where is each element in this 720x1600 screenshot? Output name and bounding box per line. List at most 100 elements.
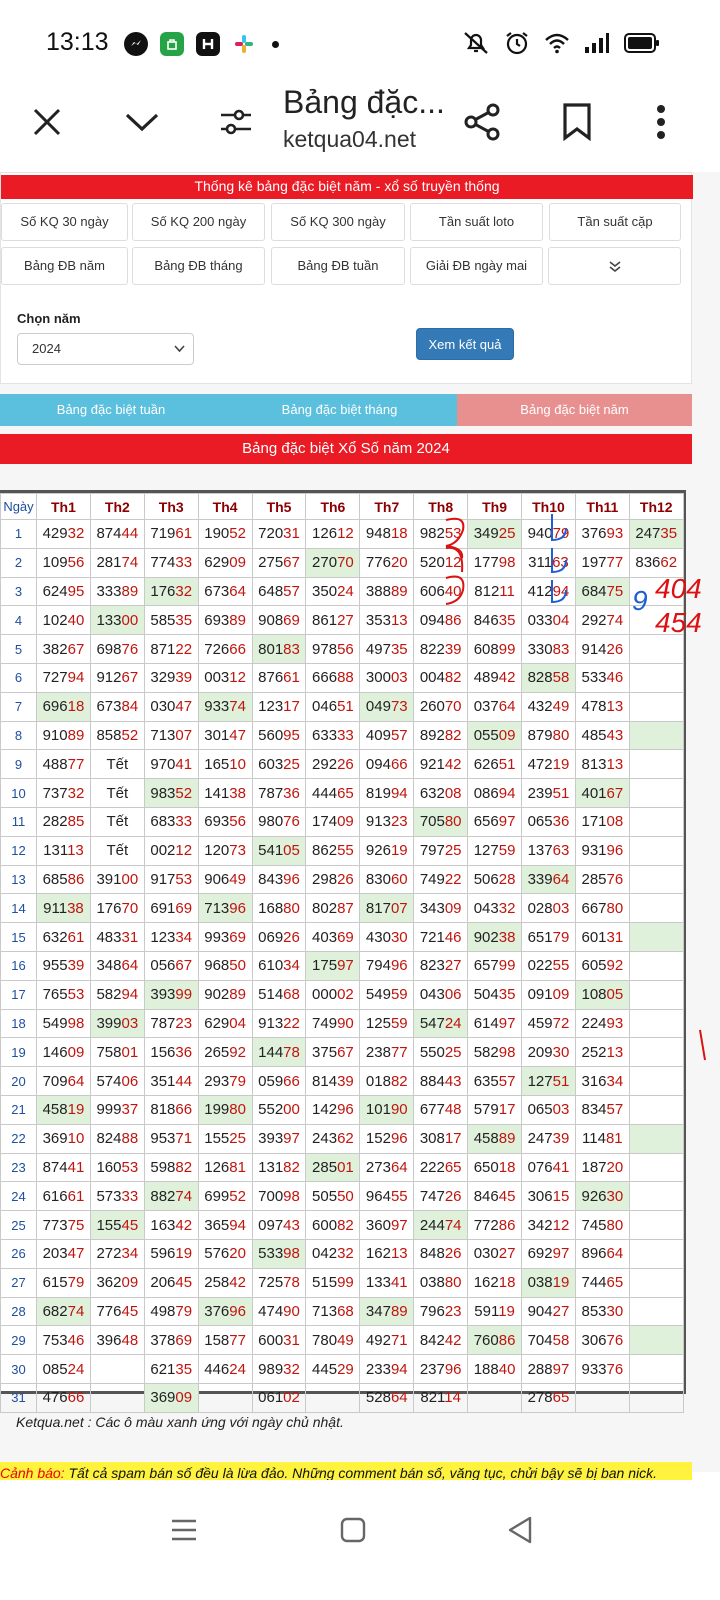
result-cell: 87444 [89, 519, 145, 549]
result-cell: 28501 [305, 1152, 361, 1183]
nav-button-3[interactable]: Số KQ 300 ngày [271, 203, 405, 241]
bookmark-button[interactable] [553, 98, 601, 146]
result-cell: 62495 [36, 576, 91, 607]
site-settings-button[interactable] [212, 98, 260, 146]
result-cell: 27070 [305, 547, 361, 578]
result-cell [628, 979, 684, 1010]
result-cell: 51468 [251, 979, 307, 1010]
result-cell: 13341 [359, 1267, 415, 1298]
result-cell: 12759 [467, 835, 523, 866]
result-cell: 95539 [36, 950, 91, 981]
nav-button-4[interactable]: Tần suất loto [410, 203, 543, 241]
tune-icon [221, 109, 251, 135]
result-cell: 70098 [251, 1181, 307, 1212]
result-cell: 17409 [305, 806, 361, 837]
day-number: 4 [0, 605, 37, 636]
home-button[interactable] [333, 1510, 373, 1550]
month-header: Th3 [143, 493, 199, 520]
day-number: 26 [0, 1238, 37, 1269]
chevron-down-icon [125, 113, 159, 132]
result-cell: Tết [89, 806, 145, 837]
result-cell: 65697 [467, 806, 523, 837]
result-cell: 24739 [521, 1123, 576, 1154]
more-menu-button[interactable] [637, 98, 685, 146]
result-cell: 62135 [143, 1354, 199, 1384]
result-cell: 98076 [251, 806, 307, 837]
table-row: 15 63261 48331 12334 99369 06926 40369 43030 721… [0, 922, 684, 952]
result-cell: 15296 [359, 1123, 415, 1154]
year-select[interactable]: 2024 [17, 333, 194, 365]
table-row: 14 91138 17670 69169 71396 16880 80287 81707 343… [0, 893, 684, 924]
result-cell [305, 1382, 361, 1413]
result-cell: 00482 [413, 662, 469, 693]
recent-apps-button[interactable] [164, 1510, 204, 1550]
view-results-button[interactable]: Xem kết quả [416, 328, 514, 360]
result-cell: 84242 [413, 1325, 469, 1356]
result-cell [628, 749, 684, 780]
result-cell: 69618 [36, 691, 91, 722]
collapse-button[interactable] [118, 98, 166, 146]
result-cell: 31634 [574, 1066, 630, 1096]
special-prize-table: Ngày Th1 Th2 Th3 Th4 Th5 Th6 Th7 Th8 Th9 Th10 Th11 T… [0, 493, 684, 1413]
result-cell [467, 1382, 523, 1413]
result-cell: 98253 [413, 519, 469, 549]
day-number: 21 [0, 1094, 37, 1125]
back-button[interactable] [500, 1510, 540, 1550]
table-row: 23 87441 16053 59882 12681 13182 28501 27364 222… [0, 1152, 684, 1183]
result-cell: 11481 [574, 1123, 630, 1154]
table-row: 19 14609 75801 15636 26592 14478 37567 23877 550… [0, 1037, 684, 1068]
day-number: 12 [0, 835, 37, 866]
result-cell [628, 634, 684, 664]
result-cell: 04332 [467, 893, 523, 924]
nav-button-1[interactable]: Số KQ 30 ngày [1, 203, 128, 241]
result-cell: 25842 [197, 1267, 253, 1298]
result-cell: 75801 [89, 1037, 145, 1068]
tab-2[interactable]: Bảng đặc biệt tháng [222, 394, 457, 426]
result-cell: 52012 [413, 547, 469, 578]
result-cell: 57620 [197, 1238, 253, 1269]
result-cell: 98932 [251, 1354, 307, 1384]
share-button[interactable] [458, 98, 506, 146]
result-cell: 39397 [251, 1123, 307, 1154]
close-tab-button[interactable] [23, 98, 71, 146]
result-cell: 82488 [89, 1123, 145, 1154]
result-cell: 98352 [143, 778, 199, 808]
result-cell: 13300 [89, 605, 145, 636]
result-cell [628, 1008, 684, 1039]
nav-button-5[interactable]: Tần suất cặp [549, 203, 681, 241]
result-cell: 29826 [305, 864, 361, 895]
result-cell: 80183 [251, 634, 307, 664]
nav-button-row2-2[interactable]: Bảng ĐB tháng [132, 247, 265, 285]
tab-3[interactable]: Bảng đặc biệt năm [457, 394, 692, 426]
result-cell [628, 1123, 684, 1154]
table-row: 18 54998 39903 78723 62904 91322 74990 12559 547… [0, 1008, 684, 1039]
nav-button-row2-3[interactable]: Bảng ĐB tuần [271, 247, 405, 285]
result-cell: 32939 [143, 662, 199, 693]
nav-button-row2-1[interactable]: Bảng ĐB năm [1, 247, 128, 285]
table-row: 22 36910 82488 95371 15525 39397 24362 15296 308… [0, 1123, 684, 1154]
result-cell: Tết [89, 778, 145, 808]
nav-button-row2-4[interactable]: Giải ĐB ngày mai [410, 247, 543, 285]
result-cell: 63261 [36, 922, 91, 952]
notification-dot-icon [272, 40, 279, 48]
nav-button-2[interactable]: Số KQ 200 ngày [132, 203, 265, 241]
result-cell: 43249 [521, 691, 576, 722]
table-row: 27 61579 36209 20645 25842 72578 51599 13341 038… [0, 1267, 684, 1298]
day-number: 18 [0, 1008, 37, 1039]
result-cell: 78049 [305, 1325, 361, 1356]
result-cell: 41294 [521, 576, 576, 607]
result-cell: 71368 [305, 1296, 361, 1327]
result-cell: 07641 [521, 1152, 576, 1183]
result-cell: 96455 [359, 1181, 415, 1212]
result-cell: 86127 [305, 605, 361, 636]
tab-1[interactable]: Bảng đặc biệt tuần [0, 394, 222, 426]
expand-more-button[interactable] [548, 247, 681, 285]
result-cell: 62651 [467, 749, 523, 780]
result-cell: 37567 [305, 1037, 361, 1068]
result-cell: 12073 [197, 835, 253, 866]
result-cell: 60592 [574, 950, 630, 981]
result-cell: 30676 [574, 1325, 630, 1356]
result-cell: 95371 [143, 1123, 199, 1154]
result-cell: 34864 [89, 950, 145, 981]
result-cell: 60640 [413, 576, 469, 607]
